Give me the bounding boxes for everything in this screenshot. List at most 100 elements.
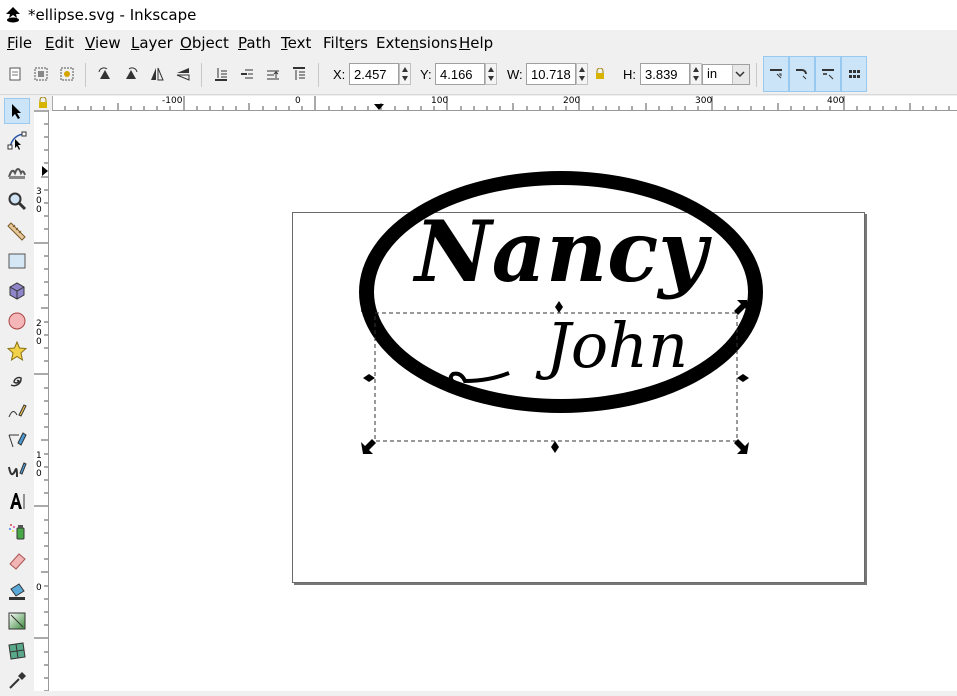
ruler-pointer-icon bbox=[42, 166, 48, 176]
toolbar-separator bbox=[756, 63, 757, 87]
menu-layer[interactable]: Layer bbox=[131, 34, 173, 52]
select-all-layers-button[interactable] bbox=[30, 63, 52, 85]
rotate-ccw-button[interactable] bbox=[94, 63, 116, 85]
ruler-label: 300 bbox=[36, 187, 42, 215]
tool-measure[interactable] bbox=[4, 218, 30, 244]
handle-bottom-right[interactable] bbox=[734, 439, 749, 454]
zoom-icon bbox=[8, 192, 27, 211]
mesh-icon bbox=[8, 642, 26, 660]
raise-to-top-icon bbox=[293, 67, 305, 80]
inkscape-logo-icon bbox=[6, 7, 20, 23]
tool-pen[interactable] bbox=[4, 428, 30, 454]
tool-mesh[interactable] bbox=[4, 638, 30, 664]
menu-object[interactable]: Object bbox=[180, 34, 229, 52]
menu-edit[interactable]: Edit bbox=[45, 34, 74, 52]
menu-file[interactable]: File bbox=[7, 34, 32, 52]
menu-bar: File Edit View Layer Object Path Text Filters Ex… bbox=[0, 30, 957, 56]
lower-button[interactable] bbox=[236, 63, 258, 85]
horizontal-ruler[interactable]: -100 0 100 200 300 400 bbox=[51, 96, 957, 111]
menu-text[interactable]: Text bbox=[281, 34, 311, 52]
select-all-icon bbox=[9, 67, 21, 81]
flip-vertical-button[interactable] bbox=[172, 63, 194, 85]
h-spinner[interactable] bbox=[690, 63, 702, 85]
selector-icon bbox=[12, 104, 21, 119]
node-editor-icon bbox=[7, 131, 27, 150]
tool-node-editor[interactable] bbox=[4, 128, 30, 154]
raise-button[interactable] bbox=[262, 63, 284, 85]
deselect-button[interactable] bbox=[56, 63, 78, 85]
vertical-ruler[interactable]: 300 200 100 0 bbox=[34, 110, 49, 692]
scale-corners-toggle[interactable] bbox=[789, 56, 815, 92]
y-label: Y: bbox=[420, 67, 432, 82]
menu-path[interactable]: Path bbox=[238, 34, 271, 52]
star-icon bbox=[7, 341, 27, 361]
x-spinner[interactable] bbox=[399, 63, 411, 85]
tool-text[interactable] bbox=[4, 488, 30, 514]
tool-3d-box[interactable] bbox=[4, 278, 30, 304]
select-all-button[interactable] bbox=[4, 63, 26, 85]
toolbar-separator bbox=[85, 63, 86, 87]
gradient-icon bbox=[8, 612, 26, 630]
flip-horizontal-button[interactable] bbox=[146, 63, 168, 85]
deselect-icon bbox=[60, 67, 74, 81]
handle-right-middle[interactable] bbox=[737, 374, 749, 382]
lower-icon bbox=[241, 69, 253, 79]
raise-to-top-button[interactable] bbox=[288, 63, 310, 85]
artwork: Nancy John bbox=[359, 171, 768, 454]
tool-calligraphy[interactable] bbox=[4, 458, 30, 484]
lock-icon bbox=[596, 68, 604, 79]
tool-tweak[interactable] bbox=[4, 158, 30, 184]
toolbox bbox=[0, 95, 34, 691]
transform-patterns-toggle[interactable] bbox=[841, 56, 867, 92]
h-input[interactable] bbox=[640, 63, 690, 85]
title-bar: *ellipse.svg - Inkscape bbox=[0, 0, 957, 30]
y-spinner[interactable] bbox=[485, 63, 497, 85]
tool-selector[interactable] bbox=[4, 98, 30, 124]
transform-gradients-icon bbox=[822, 69, 834, 80]
tool-ellipse[interactable] bbox=[4, 308, 30, 334]
tool-spray[interactable] bbox=[4, 518, 30, 544]
spray-icon bbox=[9, 524, 25, 540]
tool-paint-bucket[interactable] bbox=[4, 578, 30, 604]
lock-ratio-button[interactable] bbox=[592, 63, 608, 85]
horizontal-ruler-ticks bbox=[51, 96, 950, 110]
unit-value: in bbox=[707, 66, 718, 81]
drawing-canvas[interactable]: Nancy John bbox=[49, 111, 957, 691]
menu-extensions[interactable]: Extensions bbox=[376, 34, 457, 52]
unit-select[interactable]: in bbox=[702, 64, 750, 85]
w-spinner[interactable] bbox=[576, 63, 588, 85]
pen-icon bbox=[8, 432, 27, 448]
scale-stroke-toggle[interactable] bbox=[763, 56, 789, 92]
menu-view[interactable]: View bbox=[85, 34, 121, 52]
tool-eraser[interactable] bbox=[4, 548, 30, 574]
menu-filters[interactable]: Filters bbox=[323, 34, 368, 52]
w-label: W: bbox=[507, 67, 523, 82]
scale-stroke-icon bbox=[770, 69, 782, 79]
h-label: H: bbox=[623, 67, 636, 82]
tool-spiral[interactable] bbox=[4, 368, 30, 394]
handle-bottom-middle[interactable] bbox=[551, 441, 559, 453]
text-name[interactable]: Nancy bbox=[412, 202, 712, 301]
ruler-label: 0 bbox=[36, 583, 42, 593]
tool-dropper[interactable] bbox=[4, 668, 30, 694]
text-surname[interactable]: John bbox=[535, 309, 688, 382]
tool-star[interactable] bbox=[4, 338, 30, 364]
tool-pencil[interactable] bbox=[4, 398, 30, 424]
handle-bottom-left[interactable] bbox=[361, 439, 376, 454]
handle-left-middle[interactable] bbox=[363, 374, 375, 382]
rotate-cw-button[interactable] bbox=[120, 63, 142, 85]
lower-to-bottom-button[interactable] bbox=[210, 63, 232, 85]
y-input[interactable] bbox=[435, 63, 485, 85]
tool-rectangle[interactable] bbox=[4, 248, 30, 274]
rotate-ccw-icon bbox=[98, 67, 110, 79]
transform-gradients-toggle[interactable] bbox=[815, 56, 841, 92]
ruler-label: 0 bbox=[295, 96, 301, 106]
x-input[interactable] bbox=[349, 63, 399, 85]
tool-zoom[interactable] bbox=[4, 188, 30, 214]
w-input[interactable] bbox=[526, 63, 576, 85]
ruler-label: 100 bbox=[36, 451, 42, 479]
measure-icon bbox=[7, 222, 26, 241]
tool-gradient[interactable] bbox=[4, 608, 30, 634]
3d-box-icon bbox=[9, 282, 25, 300]
menu-help[interactable]: Help bbox=[459, 34, 493, 52]
